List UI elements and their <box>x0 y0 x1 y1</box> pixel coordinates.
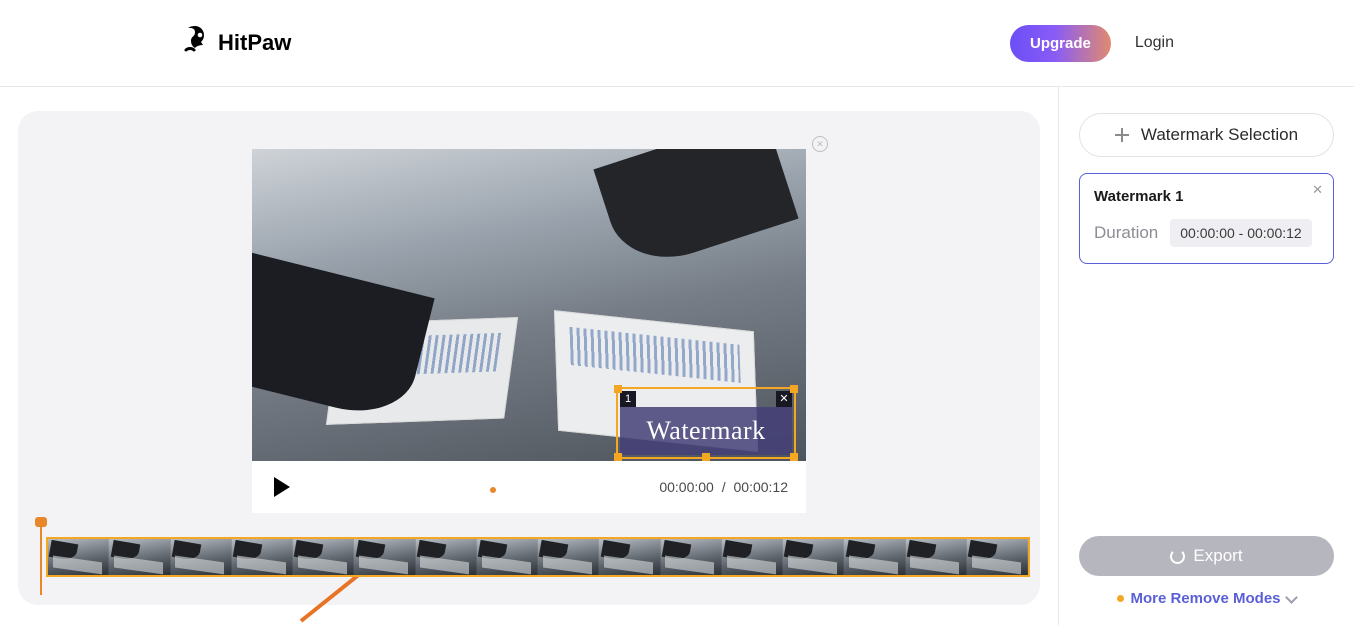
progress-dot[interactable] <box>490 487 496 493</box>
brand-logo[interactable]: HitPaw <box>180 26 291 60</box>
time-separator: / <box>718 479 730 495</box>
plus-icon <box>1115 128 1129 142</box>
timeline[interactable] <box>28 529 1030 587</box>
timeline-thumb[interactable] <box>232 539 293 575</box>
more-remove-modes-link[interactable]: More Remove Modes <box>1079 590 1334 607</box>
selection-remove-icon[interactable]: ✕ <box>776 391 792 407</box>
timeline-thumb[interactable] <box>783 539 844 575</box>
watermark-selection-box[interactable]: 1 ✕ Watermark <box>616 387 796 459</box>
player-controls: 00:00:00 / 00:00:12 <box>252 461 806 513</box>
timeline-thumb[interactable] <box>109 539 170 575</box>
timeline-thumb[interactable] <box>844 539 905 575</box>
resize-handle[interactable] <box>702 453 710 461</box>
duration-value[interactable]: 00:00:00 - 00:00:12 <box>1170 219 1311 247</box>
timeline-strip[interactable] <box>46 537 1030 577</box>
video-card: 1 ✕ Watermark 00:00:00 / <box>252 149 806 513</box>
more-modes-label: More Remove Modes <box>1130 590 1280 607</box>
export-label: Export <box>1193 546 1242 566</box>
card-close-icon[interactable]: ✕ <box>1312 182 1323 198</box>
editor-canvas: ✕ 1 ✕ Watermark <box>18 111 1040 605</box>
export-button[interactable]: Export <box>1079 536 1334 576</box>
watermark-label: Watermark <box>620 407 792 455</box>
resize-handle[interactable] <box>790 453 798 461</box>
loading-icon <box>1170 549 1185 564</box>
timeline-thumb[interactable] <box>661 539 722 575</box>
app-header: HitPaw Upgrade Login <box>0 0 1354 87</box>
timeline-thumb[interactable] <box>354 539 415 575</box>
login-link[interactable]: Login <box>1135 34 1174 52</box>
timeline-thumb[interactable] <box>538 539 599 575</box>
timeline-thumb[interactable] <box>967 539 1028 575</box>
upgrade-button[interactable]: Upgrade <box>1010 25 1111 62</box>
current-time: 00:00:00 <box>659 479 714 495</box>
total-time: 00:00:12 <box>734 479 789 495</box>
editor-area: ✕ 1 ✕ Watermark <box>0 87 1058 625</box>
timeline-thumb[interactable] <box>477 539 538 575</box>
timeline-thumb[interactable] <box>416 539 477 575</box>
resize-handle[interactable] <box>614 453 622 461</box>
close-icon[interactable]: ✕ <box>812 136 828 152</box>
selection-index: 1 <box>620 391 636 407</box>
timeline-thumb[interactable] <box>48 539 109 575</box>
brand-name: HitPaw <box>218 30 291 56</box>
timeline-thumb[interactable] <box>599 539 660 575</box>
resize-handle[interactable] <box>790 385 798 393</box>
timeline-thumb[interactable] <box>293 539 354 575</box>
logo-icon <box>180 26 210 60</box>
duration-label: Duration <box>1094 223 1158 243</box>
playhead[interactable] <box>40 521 42 595</box>
timeline-thumb[interactable] <box>722 539 783 575</box>
scene-decor <box>593 149 798 274</box>
play-icon[interactable] <box>274 477 290 497</box>
chevron-down-icon <box>1285 591 1298 604</box>
timeline-thumb[interactable] <box>171 539 232 575</box>
video-frame[interactable]: 1 ✕ Watermark <box>252 149 806 461</box>
add-selection-label: Watermark Selection <box>1141 125 1298 145</box>
resize-handle[interactable] <box>614 385 622 393</box>
side-panel: Watermark Selection ✕ Watermark 1 Durati… <box>1058 87 1354 625</box>
watermark-card[interactable]: ✕ Watermark 1 Duration 00:00:00 - 00:00:… <box>1079 173 1334 264</box>
notification-dot-icon <box>1117 595 1124 602</box>
timeline-thumb[interactable] <box>906 539 967 575</box>
watermark-title: Watermark 1 <box>1094 188 1319 205</box>
time-readout: 00:00:00 / 00:00:12 <box>659 479 788 495</box>
add-watermark-selection-button[interactable]: Watermark Selection <box>1079 113 1334 157</box>
